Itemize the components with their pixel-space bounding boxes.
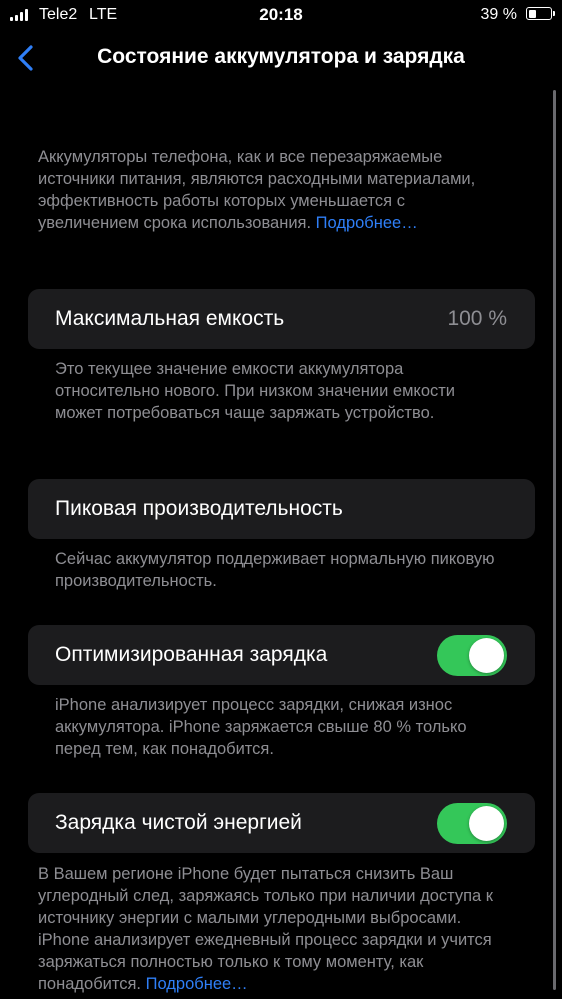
optimized-charging-toggle[interactable] — [437, 635, 507, 676]
page-title: Состояние аккумулятора и зарядка — [97, 45, 465, 68]
scroll-indicator — [553, 90, 556, 990]
intro-description: Аккумуляторы телефона, как и все перезар… — [38, 146, 508, 234]
clean-energy-row: Зарядка чистой энергией — [28, 793, 535, 853]
status-time: 20:18 — [259, 5, 303, 24]
learn-more-link[interactable]: Подробнее… — [316, 214, 418, 232]
clean-energy-footer-text: В Вашем регионе iPhone будет пытаться сн… — [38, 865, 494, 993]
battery-percentage: 39 % — [480, 6, 517, 23]
status-bar: Tele2 LTE 20:18 39 % — [0, 0, 562, 30]
peak-performance-footer: Сейчас аккумулятор поддерживает нормальн… — [55, 550, 495, 590]
optimized-charging-label: Оптимизированная зарядка — [55, 643, 328, 666]
clean-energy-learn-more-link[interactable]: Подробнее… — [146, 975, 248, 993]
max-capacity-label: Максимальная емкость — [55, 307, 285, 330]
navigation-bar: Состояние аккумулятора и зарядка — [0, 36, 562, 80]
clean-energy-toggle[interactable] — [437, 803, 507, 844]
optimized-charging-row: Оптимизированная зарядка — [28, 625, 535, 685]
optimized-charging-footer: iPhone анализирует процесс зарядки, сниж… — [55, 696, 467, 758]
clean-energy-footer: В Вашем регионе iPhone будет пытаться сн… — [38, 863, 508, 995]
max-capacity-footer: Это текущее значение емкости аккумулятор… — [55, 360, 456, 422]
peak-performance-row: Пиковая производительность — [28, 479, 535, 539]
clean-energy-label: Зарядка чистой энергией — [55, 811, 302, 834]
battery-icon — [526, 7, 555, 20]
peak-performance-label: Пиковая производительность — [55, 497, 343, 520]
max-capacity-row: Максимальная емкость 100 % — [28, 289, 535, 349]
max-capacity-value: 100 % — [447, 307, 507, 330]
